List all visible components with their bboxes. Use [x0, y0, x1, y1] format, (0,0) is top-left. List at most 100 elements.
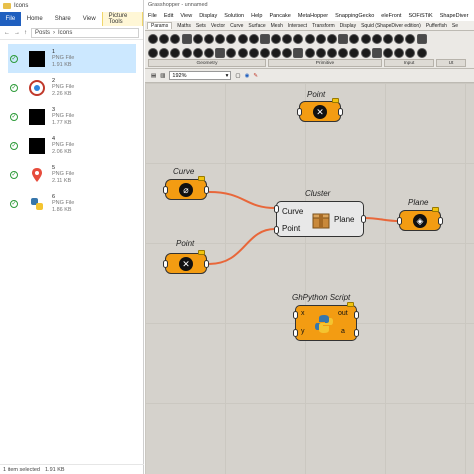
menu-file[interactable]: File	[148, 13, 157, 19]
group-geometry[interactable]: Geometry	[148, 59, 266, 67]
ribbon-tab-home[interactable]: Home	[21, 12, 49, 26]
menu-shapediver[interactable]: ShapeDiver	[440, 13, 469, 19]
tab-surface[interactable]: Surface	[248, 23, 265, 29]
component-button-icon[interactable]	[416, 48, 427, 58]
component-button-icon[interactable]	[192, 48, 203, 58]
file-row[interactable]: ✓ 4 PNG File 2.06 KB	[8, 131, 136, 160]
group-primitive[interactable]: Primitive	[268, 59, 382, 67]
component-button-icon[interactable]	[405, 48, 416, 58]
input-grip[interactable]	[163, 186, 168, 194]
component-button-icon[interactable]	[271, 48, 282, 58]
menu-solution[interactable]: Solution	[224, 13, 244, 19]
component-button-icon[interactable]	[215, 34, 226, 44]
component-button-icon[interactable]	[382, 34, 393, 44]
menu-view[interactable]: View	[180, 13, 192, 19]
component-button-icon[interactable]	[226, 34, 237, 44]
component-button-icon[interactable]	[371, 34, 382, 44]
component-button-icon[interactable]	[349, 48, 360, 58]
menu-elefront[interactable]: eleFront	[381, 13, 401, 19]
point-param-top[interactable]: ✕	[297, 98, 343, 122]
breadcrumb-posts[interactable]: Posts	[35, 30, 50, 36]
cluster-input-grip-point[interactable]	[274, 226, 279, 234]
menu-snappinggecko[interactable]: SnappingGecko	[335, 13, 374, 19]
component-button-icon[interactable]	[282, 34, 293, 44]
open-icon[interactable]: ▥	[160, 73, 165, 79]
component-button-icon[interactable]	[405, 34, 416, 44]
preview-eye-icon[interactable]: ◉	[245, 73, 250, 79]
component-button-icon[interactable]	[327, 34, 337, 44]
save-icon[interactable]: ▤	[151, 73, 156, 79]
component-button-icon[interactable]	[360, 48, 371, 58]
grasshopper-canvas[interactable]: Point ✕ Curve ⌀ Point ✕ Cluster Curve Po…	[145, 83, 474, 474]
tab-transform[interactable]: Transform	[312, 23, 335, 29]
file-row[interactable]: ✓ 5 PNG File 2.11 KB	[8, 160, 136, 189]
point-param-left[interactable]: ✕	[163, 250, 209, 274]
output-grip[interactable]	[204, 260, 209, 268]
ribbon-tab-share[interactable]: Share	[49, 12, 77, 26]
zoom-extents-icon[interactable]: ▢	[235, 73, 240, 79]
menu-display[interactable]: Display	[199, 13, 217, 19]
tab-se[interactable]: Se	[452, 23, 458, 29]
forward-arrow-icon[interactable]: →	[14, 30, 20, 36]
input-grip[interactable]	[163, 260, 168, 268]
file-row[interactable]: ✓ 2 PNG File 2.26 KB	[8, 73, 136, 102]
sketch-pen-icon[interactable]: ✎	[253, 73, 258, 79]
component-button-icon[interactable]	[170, 48, 181, 58]
component-button-icon[interactable]	[170, 34, 181, 44]
output-grip[interactable]	[438, 217, 443, 225]
output-grip[interactable]	[204, 186, 209, 194]
group-ut[interactable]: Ut	[436, 59, 466, 67]
component-button-icon[interactable]	[159, 48, 170, 58]
component-button-icon[interactable]	[148, 34, 158, 44]
component-button-icon[interactable]	[148, 48, 158, 58]
component-button-icon[interactable]	[271, 34, 282, 44]
tab-maths[interactable]: Maths	[177, 23, 191, 29]
curve-param[interactable]: ⌀	[163, 176, 209, 200]
python-input-grip-y[interactable]	[293, 329, 298, 337]
component-button-icon[interactable]	[360, 34, 371, 44]
back-arrow-icon[interactable]: ←	[4, 30, 10, 36]
component-button-icon[interactable]	[293, 34, 304, 44]
file-row[interactable]: ✓ 3 PNG File 1.77 KB	[8, 102, 136, 131]
menu-help[interactable]: Help	[251, 13, 262, 19]
tab-mesh[interactable]: Mesh	[271, 23, 283, 29]
input-grip[interactable]	[397, 217, 402, 225]
component-button-icon[interactable]	[203, 48, 214, 58]
component-button-icon[interactable]	[416, 34, 427, 44]
ribbon-tab-picture-tools[interactable]: Picture Tools	[101, 12, 143, 26]
component-button-icon[interactable]	[248, 48, 259, 58]
component-button-icon[interactable]	[315, 34, 326, 44]
cluster-component[interactable]: Curve Point Plane	[274, 201, 366, 237]
python-output-grip-a[interactable]	[354, 329, 359, 337]
component-button-icon[interactable]	[259, 48, 270, 58]
component-button-icon[interactable]	[394, 34, 405, 44]
component-button-icon[interactable]	[237, 34, 248, 44]
python-input-grip-x[interactable]	[293, 311, 298, 319]
input-grip[interactable]	[297, 108, 302, 116]
component-button-icon[interactable]	[338, 48, 349, 58]
menu-edit[interactable]: Edit	[164, 13, 173, 19]
ribbon-tab-view[interactable]: View	[77, 12, 102, 26]
ribbon-tab-file[interactable]: File	[0, 12, 21, 26]
component-button-icon[interactable]	[304, 34, 315, 44]
output-grip[interactable]	[338, 108, 343, 116]
component-button-icon[interactable]	[304, 48, 315, 58]
component-button-icon[interactable]	[382, 48, 393, 58]
component-button-icon[interactable]	[371, 48, 382, 58]
python-output-grip-out[interactable]	[354, 311, 359, 319]
component-button-icon[interactable]	[248, 34, 259, 44]
ghpython-component[interactable]: x y out a	[293, 302, 359, 341]
tab-intersect[interactable]: Intersect	[288, 23, 307, 29]
menu-sofistik[interactable]: SOFiSTiK	[408, 13, 432, 19]
component-button-icon[interactable]	[349, 34, 360, 44]
address-path[interactable]: Posts › Icons	[31, 27, 139, 38]
component-button-icon[interactable]	[237, 48, 248, 58]
tab-squid[interactable]: Squid (ShapeDiver edition)	[361, 23, 421, 29]
component-button-icon[interactable]	[338, 34, 349, 44]
component-button-icon[interactable]	[215, 48, 226, 58]
cluster-output-grip-plane[interactable]	[361, 215, 366, 223]
component-button-icon[interactable]	[203, 34, 214, 44]
tab-vector[interactable]: Vector	[211, 23, 225, 29]
file-row[interactable]: ✓ 6 PNG File 1.86 KB	[8, 189, 136, 218]
component-button-icon[interactable]	[181, 48, 192, 58]
